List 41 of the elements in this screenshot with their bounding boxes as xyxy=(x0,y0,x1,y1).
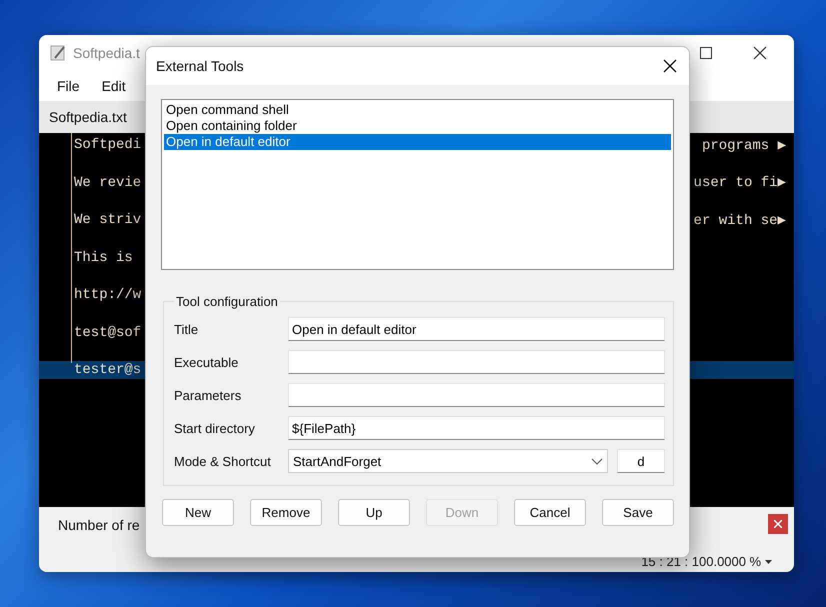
window-title: Softpedia.t xyxy=(73,45,141,61)
menu-item[interactable]: File xyxy=(57,78,80,94)
close-icon[interactable] xyxy=(663,59,677,73)
dialog-button[interactable]: Up xyxy=(338,499,410,526)
group-title: Tool configuration xyxy=(175,294,279,309)
menu-item[interactable]: Edit xyxy=(102,78,126,94)
dialog-title: External Tools xyxy=(156,58,244,74)
field-label: Title xyxy=(174,322,200,336)
text-field[interactable]: Open in default editor xyxy=(288,317,665,341)
text-line: http://w xyxy=(74,287,142,303)
text-line: We striv xyxy=(74,212,142,228)
text-field[interactable] xyxy=(288,350,665,374)
text-line: This is xyxy=(74,250,133,266)
status-text: Number of re xyxy=(58,517,140,533)
notepad-icon xyxy=(49,44,67,62)
text-line: user to fi▶ xyxy=(694,174,786,191)
text-line: programs ▶ xyxy=(702,136,786,154)
mode-dropdown[interactable]: StartAndForget xyxy=(288,449,608,473)
dialog-button[interactable]: Cancel xyxy=(514,499,586,526)
dialog-button[interactable]: Save xyxy=(602,499,674,526)
text-line: Softpedi xyxy=(74,137,142,153)
text-line: tester@s xyxy=(74,362,142,378)
caret-icon xyxy=(765,560,772,564)
list-item[interactable]: Open in default editor xyxy=(164,134,671,150)
text-line: test@sof xyxy=(74,324,142,340)
list-item[interactable]: Open containing folder xyxy=(164,118,671,134)
field-label: Start directory xyxy=(174,420,256,436)
shortcut-field[interactable]: d xyxy=(617,449,665,473)
chevron-down-icon xyxy=(591,458,603,464)
dialog-button[interactable]: New xyxy=(162,499,234,526)
zoom-unit[interactable]: % xyxy=(749,554,772,569)
file-tab[interactable]: Softpedia.txt xyxy=(49,109,127,125)
field-label: Mode & Shortcut xyxy=(174,454,272,468)
list-item[interactable]: Open command shell xyxy=(164,102,671,118)
text-line: er with se▶ xyxy=(694,212,786,228)
field-label: Parameters xyxy=(174,388,242,402)
text-field[interactable]: ${FilePath} xyxy=(288,416,665,440)
text-field[interactable] xyxy=(288,383,665,407)
field-label: Executable xyxy=(174,354,240,370)
text-line: We revie xyxy=(74,174,142,190)
dialog-button[interactable]: Remove xyxy=(250,499,322,526)
